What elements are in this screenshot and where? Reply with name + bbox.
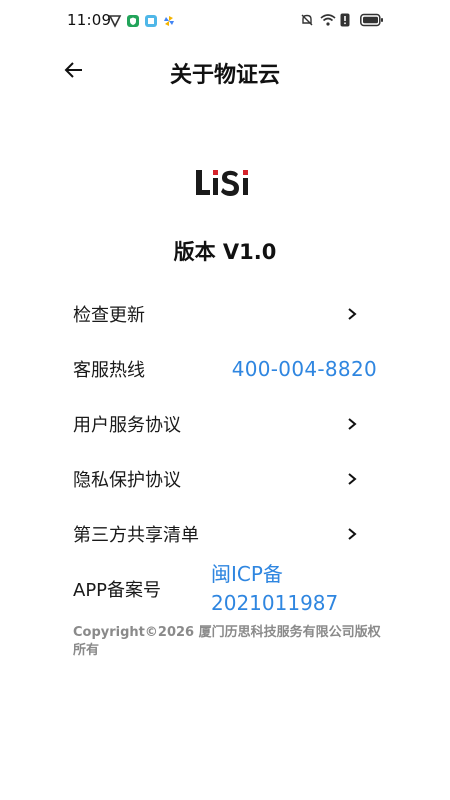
- wifi-icon: [320, 12, 336, 26]
- security-app-icon: [126, 13, 140, 27]
- privacy-policy-label: 隐私保护协议: [73, 470, 181, 491]
- check-update-row[interactable]: 检查更新: [73, 294, 383, 334]
- status-bar: 11:09: [0, 0, 450, 40]
- privacy-policy-row[interactable]: 隐私保护协议: [73, 459, 383, 499]
- hotline-label: 客服热线: [73, 360, 145, 381]
- pinwheel-app-icon: [162, 13, 176, 27]
- copyright-text: Copyright©2026 厦门历思科技服务有限公司版权所有: [73, 625, 381, 658]
- user-agreement-row[interactable]: 用户服务协议: [73, 404, 383, 444]
- battery-icon: [360, 12, 384, 27]
- app-logo: [175, 152, 275, 212]
- user-agreement-label: 用户服务协议: [73, 415, 181, 436]
- page-title: 关于物证云: [169, 63, 280, 88]
- notification-icons: [108, 13, 176, 28]
- status-time: 11:09: [67, 11, 112, 29]
- version-label: 版本 V1.0: [173, 240, 277, 264]
- third-party-list-label: 第三方共享清单: [73, 525, 199, 546]
- lisi-logo-mark: [196, 170, 248, 196]
- chevron-right-icon: [345, 472, 359, 486]
- icp-label: APP备案号: [73, 580, 162, 601]
- alert-icon: [340, 12, 354, 27]
- book-app-icon: [144, 13, 158, 27]
- hotline-row: 客服热线 400-004-8820: [73, 349, 383, 389]
- hotline-number-link[interactable]: 400-004-8820: [232, 357, 377, 381]
- check-update-label: 检查更新: [73, 305, 145, 326]
- shield-v-icon: [108, 13, 122, 28]
- chevron-right-icon: [345, 417, 359, 431]
- mute-bell-icon: [300, 12, 314, 26]
- chevron-right-icon: [345, 527, 359, 541]
- icp-line-1: 闽ICP备: [211, 562, 283, 586]
- icp-line-2: 2021011987: [211, 591, 339, 615]
- icp-number-link[interactable]: 闽ICP备 2021011987: [211, 560, 338, 618]
- chevron-right-icon: [345, 307, 359, 321]
- third-party-list-row[interactable]: 第三方共享清单: [73, 514, 383, 554]
- header: 关于物证云: [0, 50, 450, 94]
- system-icons: [300, 12, 384, 27]
